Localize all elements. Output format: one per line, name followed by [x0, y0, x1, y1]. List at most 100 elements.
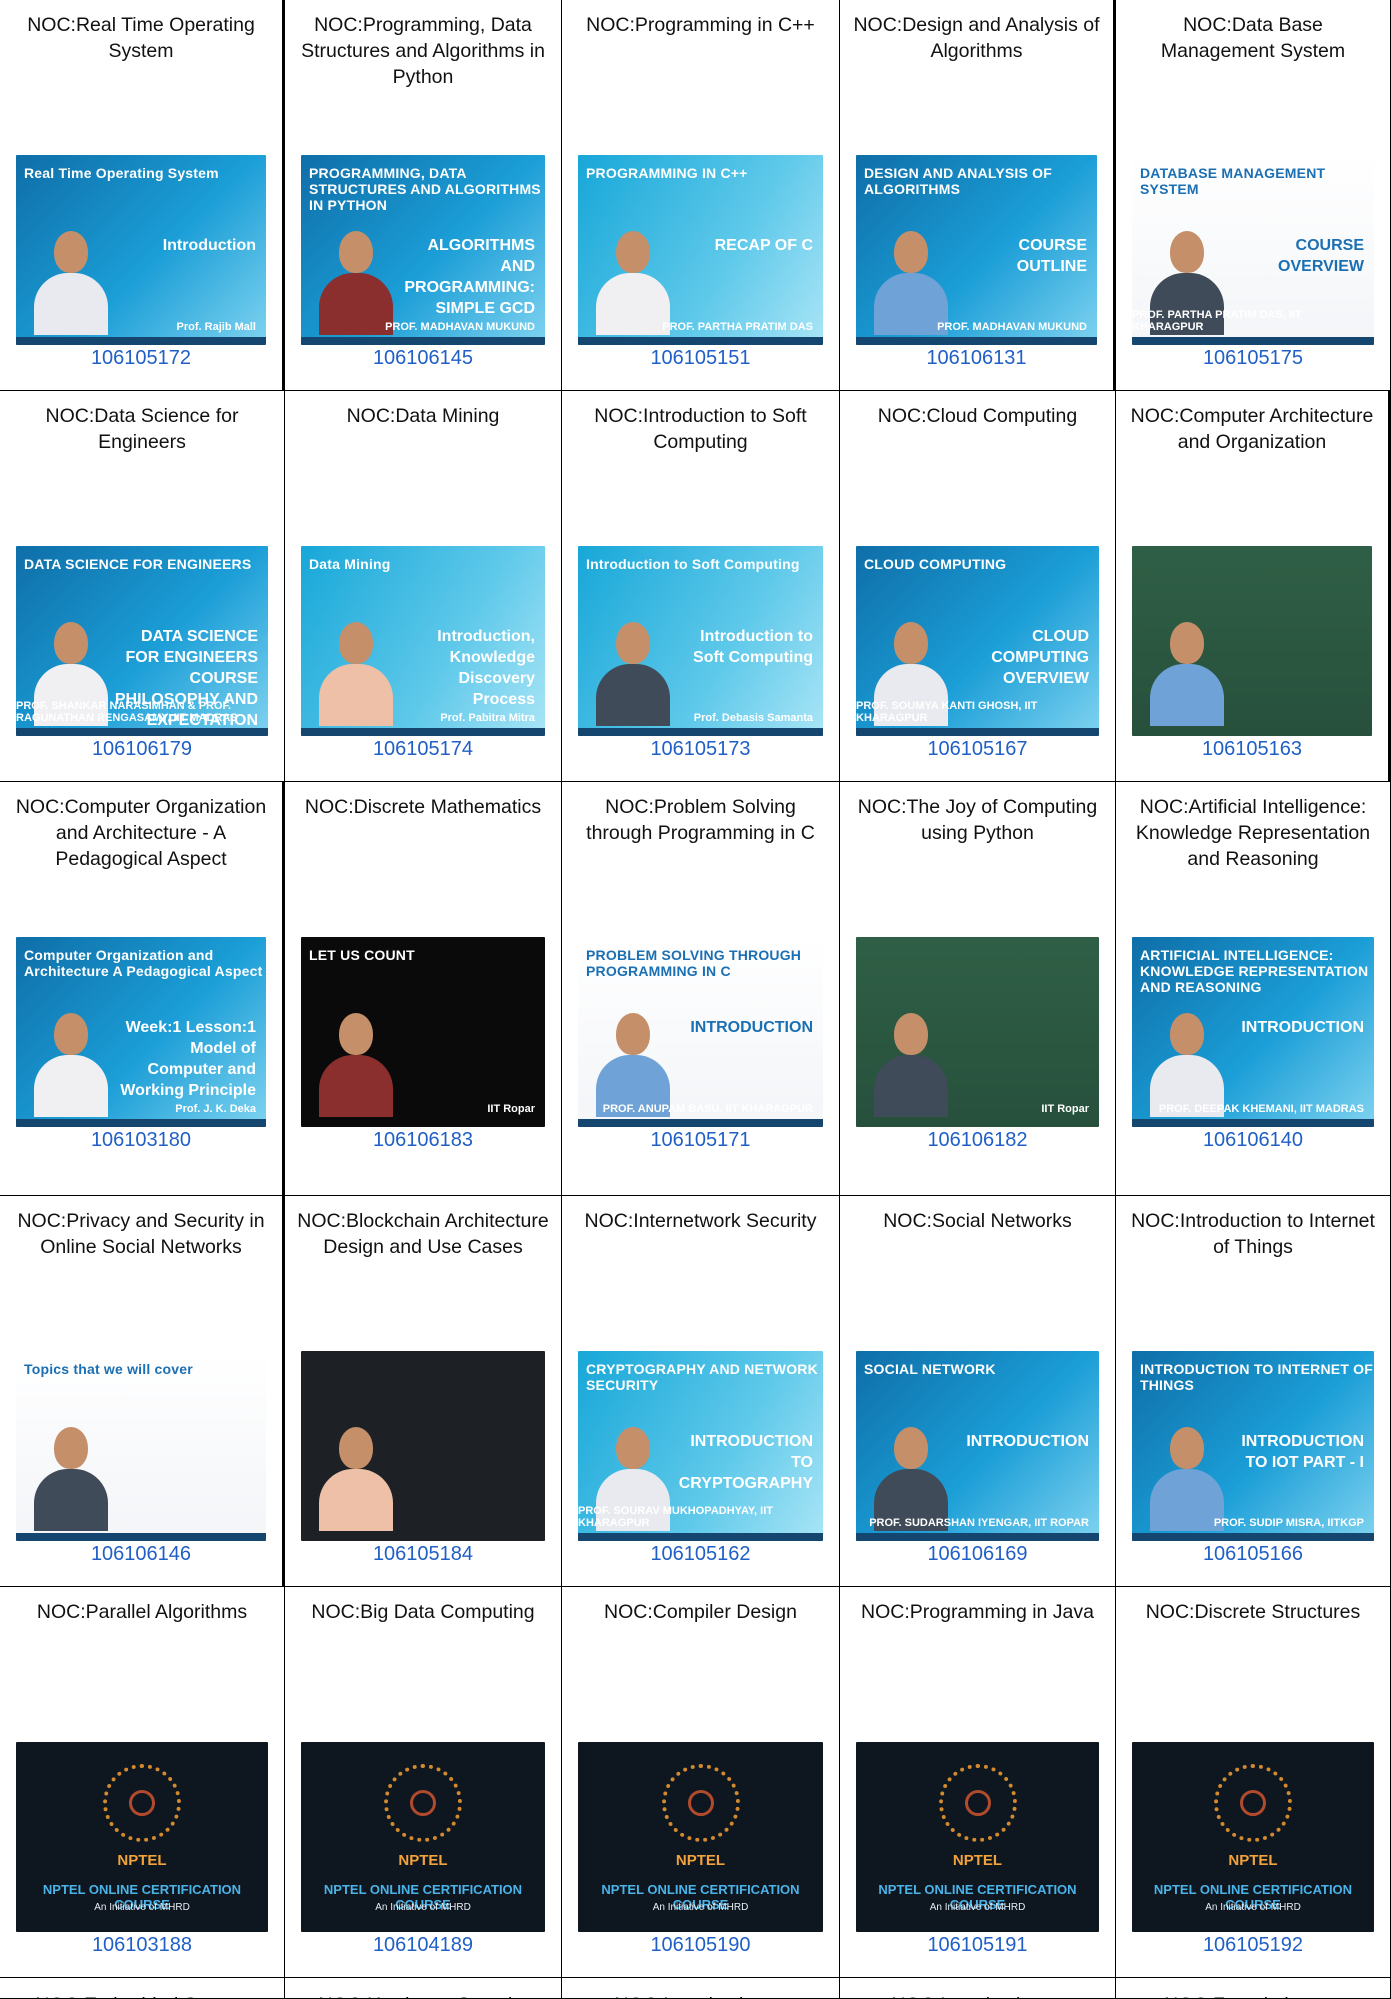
- thumbnail-name: CRYPTOGRAPHY AND NETWORK SECURITY: [586, 1361, 818, 1393]
- course-thumbnail[interactable]: CRYPTOGRAPHY AND NETWORK SECURITY INTRODU…: [578, 1351, 823, 1541]
- course-cell: NOC:Computer Organization and Architectu…: [0, 782, 285, 1196]
- thumbnail-footer-bar: [16, 1119, 266, 1127]
- course-cell: NOC:Programming, Data Structures and Alg…: [285, 0, 562, 391]
- course-code-link[interactable]: 106105192: [1116, 1934, 1390, 1957]
- thumbnail-subtitle: RECAP OF C: [714, 236, 813, 254]
- thumbnail-name: DATA SCIENCE FOR ENGINEERS: [24, 556, 252, 572]
- thumbnail-footer-bar: [16, 1533, 266, 1541]
- course-title: NOC:Programming, Data Structures and Alg…: [301, 14, 545, 88]
- thumbnail-subtitle: INTRODUCTION: [690, 1018, 813, 1036]
- thumbnail-subtitle: INTRODUCTION TO CRYPTOGRAPHY: [678, 1432, 813, 1492]
- course-code-link[interactable]: 106104189: [285, 1934, 561, 1957]
- course-code-link[interactable]: 106103180: [0, 1129, 282, 1152]
- course-code-link[interactable]: 106105184: [285, 1543, 561, 1566]
- course-cell: NOC:Design and Analysis of Algorithms DES…: [840, 0, 1116, 391]
- nptel-logo-icon: [1214, 1764, 1292, 1842]
- course-code-link[interactable]: 106106182: [840, 1129, 1115, 1152]
- thumbnail-name: NPTEL: [952, 1852, 1003, 1869]
- thumbnail-caption: An Initiative of MHRD: [375, 1902, 471, 1913]
- thumbnail-caption: An Initiative of MHRD: [652, 1902, 749, 1913]
- course-code-link[interactable]: 106105151: [562, 347, 839, 370]
- course-title: NOC:Big Data Computing: [311, 1601, 535, 1623]
- course-code-link[interactable]: 106105172: [0, 347, 282, 370]
- course-cell: NOC:The Joy of Computing using Python IIT…: [840, 782, 1116, 1196]
- course-code-link[interactable]: 106106179: [0, 738, 284, 761]
- course-thumbnail[interactable]: [1132, 546, 1372, 736]
- course-cell: NOC:Blockchain Architecture Design and U…: [285, 1196, 562, 1587]
- thumbnail-footer-bar: [16, 337, 266, 345]
- course-thumbnail[interactable]: DATA SCIENCE FOR ENGINEERS DATA SCIENCE F…: [16, 546, 268, 736]
- course-title: NOC:Design and Analysis of Algorithms: [853, 14, 1100, 62]
- thumbnail-name: NPTEL: [117, 1852, 167, 1869]
- course-thumbnail[interactable]: NPTEL NPTEL ONLINE CERTIFICATION COURSE An…: [578, 1742, 823, 1932]
- course-code-link[interactable]: 106106145: [285, 347, 561, 370]
- course-thumbnail[interactable]: NPTEL NPTEL ONLINE CERTIFICATION COURSE An…: [16, 1742, 268, 1932]
- course-thumbnail[interactable]: PROBLEM SOLVING THROUGH PROGRAMMING IN C…: [578, 937, 823, 1127]
- course-code-link[interactable]: 106105175: [1116, 347, 1390, 370]
- course-code-link[interactable]: 106106183: [285, 1129, 561, 1152]
- course-cell: NOC:Internetwork Security CRYPTOGRAPHY AN…: [562, 1196, 840, 1587]
- course-title: NOC:Foundations to: [1124, 1992, 1382, 1998]
- course-thumbnail[interactable]: INTRODUCTION TO INTERNET OF THINGS INTROD…: [1132, 1351, 1374, 1541]
- course-code-link[interactable]: 106105162: [562, 1543, 839, 1566]
- course-thumbnail[interactable]: PROGRAMMING IN C++ RECAP OF C PROF. PARTHA…: [578, 155, 823, 345]
- course-thumbnail[interactable]: CLOUD COMPUTING CLOUD COMPUTING OVERVIEW P…: [856, 546, 1099, 736]
- course-cell: NOC:Data Base Management System DATABASE …: [1116, 0, 1391, 391]
- course-code-link[interactable]: 106105166: [1116, 1543, 1390, 1566]
- thumbnail-subtitle: Week:1 Lesson:1 Model of Computer and Wo…: [120, 1018, 256, 1099]
- course-thumbnail[interactable]: Computer Organization and Architecture A…: [16, 937, 266, 1127]
- thumbnail-caption: Prof. Rajib Mall: [176, 321, 256, 333]
- course-thumbnail[interactable]: Topics that we will cover: [16, 1351, 266, 1541]
- course-thumbnail[interactable]: Data Mining Introduction, Knowledge Disco…: [301, 546, 545, 736]
- course-code-link[interactable]: 106105171: [562, 1129, 839, 1152]
- thumbnail-footer-bar: [301, 728, 545, 736]
- course-thumbnail[interactable]: NPTEL NPTEL ONLINE CERTIFICATION COURSE An…: [301, 1742, 545, 1932]
- course-code-link[interactable]: 106106169: [840, 1543, 1115, 1566]
- course-code-link[interactable]: 106105167: [840, 738, 1115, 761]
- course-code-link[interactable]: 106106146: [0, 1543, 282, 1566]
- course-thumbnail[interactable]: LET US COUNT IIT Ropar: [301, 937, 545, 1127]
- course-title: NOC:Embedded System: [8, 1992, 276, 1998]
- presenter-image: [34, 231, 108, 335]
- course-cell: NOC:Introduction to Soft Computing Introd…: [562, 391, 840, 782]
- course-cell: NOC:Discrete Structures NPTEL NPTEL ONLINE…: [1116, 1587, 1391, 1978]
- course-title: NOC:Blockchain Architecture Design and U…: [297, 1210, 549, 1258]
- thumbnail-footer-bar: [578, 337, 823, 345]
- thumbnail-caption: PROF. SOUMYA KANTI GHOSH, IIT KHARAGPUR: [856, 700, 1038, 724]
- thumbnail-footer-bar: [1132, 1119, 1374, 1127]
- course-code-link[interactable]: 106106140: [1116, 1129, 1390, 1152]
- course-thumbnail[interactable]: DESIGN AND ANALYSIS OF ALGORITHMS COURSE …: [856, 155, 1097, 345]
- course-code-link[interactable]: 106105190: [562, 1934, 839, 1957]
- course-title: NOC:Data Mining: [346, 405, 500, 427]
- course-thumbnail[interactable]: SOCIAL NETWORK INTRODUCTION PROF. SUDARSHA…: [856, 1351, 1099, 1541]
- thumbnail-footer-bar: [578, 1533, 823, 1541]
- thumbnail-subtitle: COURSE OUTLINE: [1016, 236, 1087, 275]
- course-title: NOC:Introduction to Soft Computing: [594, 405, 807, 453]
- course-code-link[interactable]: 106105163: [1116, 738, 1388, 761]
- course-thumbnail[interactable]: NPTEL NPTEL ONLINE CERTIFICATION COURSE An…: [1132, 1742, 1374, 1932]
- course-code-link[interactable]: 106106131: [840, 347, 1113, 370]
- thumbnail-caption: Prof. Pabitra Mitra: [440, 712, 535, 724]
- course-thumbnail[interactable]: NPTEL NPTEL ONLINE CERTIFICATION COURSE An…: [856, 1742, 1099, 1932]
- course-title: NOC:Artificial Intelligence: Knowledge R…: [1135, 796, 1371, 870]
- thumbnail-name: PROBLEM SOLVING THROUGH PROGRAMMING IN C: [586, 947, 802, 979]
- course-thumbnail[interactable]: IIT Ropar: [856, 937, 1099, 1127]
- thumbnail-name: ARTIFICIAL INTELLIGENCE: KNOWLEDGE REPRE…: [1140, 947, 1369, 995]
- nptel-logo-icon: [938, 1764, 1017, 1842]
- course-title: NOC:Computer Architecture and Organizati…: [1130, 405, 1374, 453]
- course-code-link[interactable]: 106105174: [285, 738, 561, 761]
- course-thumbnail[interactable]: ARTIFICIAL INTELLIGENCE: KNOWLEDGE REPRE…: [1132, 937, 1374, 1127]
- course-code-link[interactable]: 106105191: [840, 1934, 1115, 1957]
- course-title: NOC:Data Science for Engineers: [45, 405, 239, 453]
- course-cell: NOC:Introduction to: [562, 1978, 840, 1999]
- course-code-link[interactable]: 106103188: [0, 1934, 284, 1957]
- thumbnail-caption: IIT Ropar: [1041, 1103, 1089, 1115]
- course-thumbnail[interactable]: Real Time Operating System Introduction Pr…: [16, 155, 266, 345]
- course-thumbnail[interactable]: [301, 1351, 545, 1541]
- thumbnail-name: CLOUD COMPUTING: [864, 556, 1007, 572]
- course-thumbnail[interactable]: DATABASE MANAGEMENT SYSTEM COURSE OVERVIE…: [1132, 155, 1374, 345]
- course-thumbnail[interactable]: Introduction to Soft Computing Introducti…: [578, 546, 823, 736]
- course-title: NOC:Discrete Structures: [1145, 1601, 1361, 1623]
- course-code-link[interactable]: 106105173: [562, 738, 839, 761]
- course-thumbnail[interactable]: PROGRAMMING, DATA STRUCTURES AND ALGORIT…: [301, 155, 545, 345]
